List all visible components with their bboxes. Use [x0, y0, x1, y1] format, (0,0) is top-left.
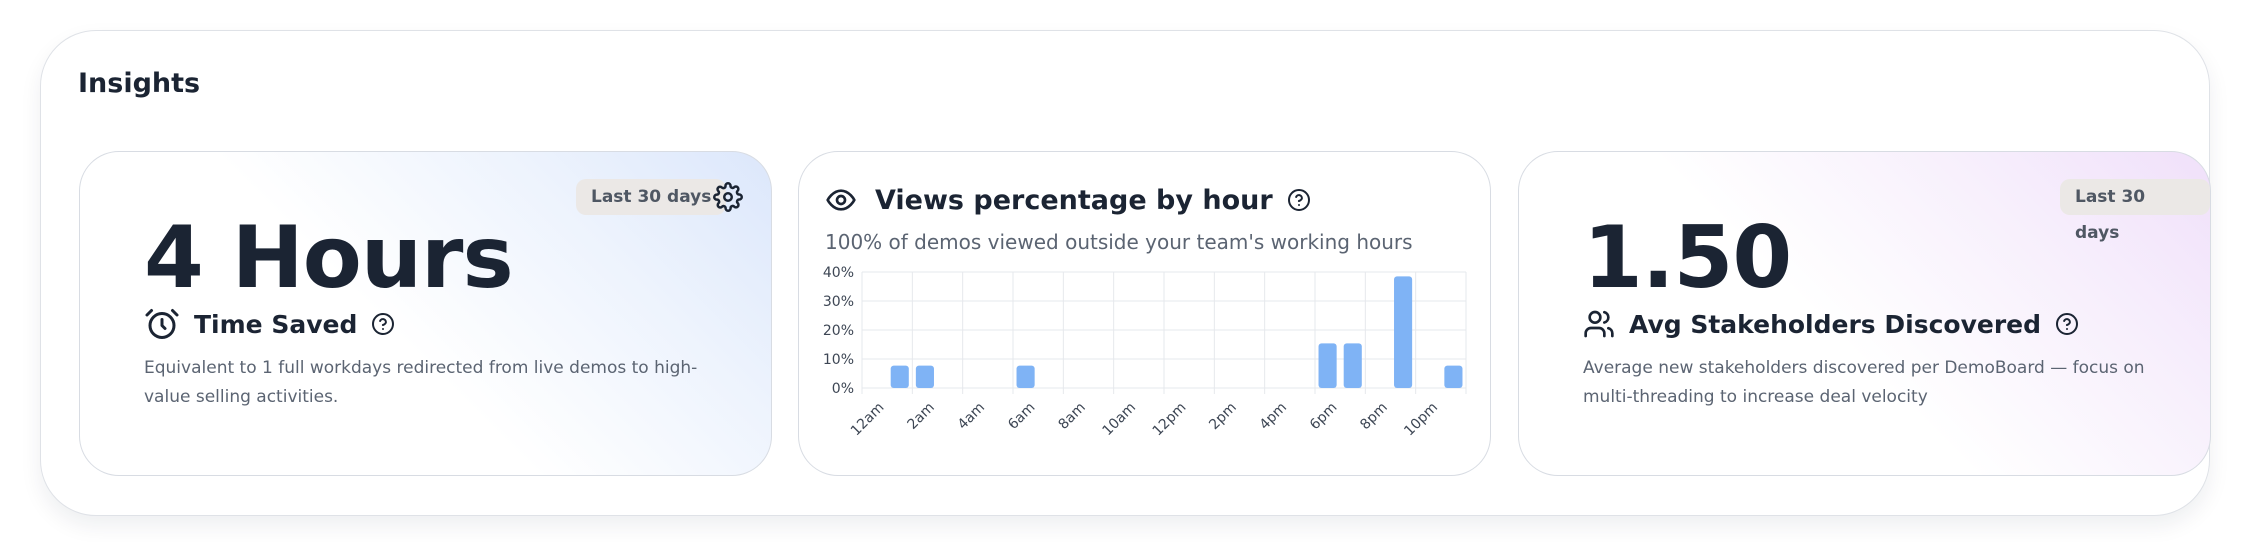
y-tick-label: 10% — [823, 352, 854, 368]
alarm-clock-icon — [145, 309, 179, 339]
y-tick-label: 20% — [823, 323, 854, 339]
bar-6pm — [1318, 343, 1337, 388]
views-by-hour-card: Views percentage by hour 100% of demos v… — [798, 151, 1491, 476]
bar-9pm — [1394, 276, 1413, 388]
stakeholders-card: Last 30 days 1.50 Avg Stakeholders Disco… — [1518, 151, 2211, 476]
time-saved-description: Equivalent to 1 full workdays redirected… — [144, 358, 698, 407]
help-circle-icon[interactable] — [2055, 312, 2079, 336]
x-tick-label: 2pm — [1206, 400, 1240, 434]
x-tick-label: 6am — [1005, 400, 1038, 433]
stakeholders-description: Average new stakeholders discovered per … — [1583, 358, 2145, 407]
x-tick-label: 10pm — [1401, 400, 1441, 440]
x-tick-label: 8am — [1055, 400, 1088, 433]
bar-7pm — [1343, 343, 1362, 388]
x-tick-label: 12am — [848, 400, 888, 440]
x-tick-label: 12pm — [1150, 400, 1190, 440]
x-tick-label: 2am — [904, 400, 937, 433]
time-saved-label: Time Saved — [194, 309, 358, 339]
y-tick-label: 0% — [832, 381, 854, 397]
settings-gear-icon[interactable] — [713, 182, 743, 212]
stakeholders-label-row: Avg Stakeholders Discovered — [1583, 306, 2079, 342]
y-tick-label: 40% — [823, 265, 854, 281]
date-range-badge: Last 30 days — [2060, 179, 2210, 243]
views-by-hour-chart: 0% 10% 20% 30% 40% 12am 2am 4am 6am 8am 10am 12pm 2p… — [823, 265, 1467, 440]
panel-title: Insights — [78, 68, 201, 99]
bar-11pm — [1444, 365, 1463, 388]
x-tick-label: 4pm — [1257, 400, 1291, 434]
stakeholders-label: Avg Stakeholders Discovered — [1629, 309, 2042, 339]
time-saved-label-row: Time Saved — [144, 306, 395, 342]
stakeholders-value: 1.50 — [1583, 208, 1792, 308]
bar-1am — [890, 365, 909, 388]
users-icon — [1584, 310, 1614, 338]
time-saved-card: Last 30 days 4 Hours Time Saved Equivale… — [79, 151, 772, 476]
bar-2am — [915, 365, 934, 388]
help-circle-icon[interactable] — [371, 312, 395, 336]
x-tick-label: 4am — [955, 400, 988, 433]
bar-6am — [1016, 365, 1035, 388]
x-tick-label: 8pm — [1357, 400, 1391, 434]
x-tick-label: 6pm — [1307, 400, 1341, 434]
date-range-badge: Last 30 days — [576, 179, 727, 215]
x-tick-label: 10am — [1100, 400, 1140, 440]
time-saved-value: 4 Hours — [144, 208, 514, 308]
y-tick-label: 30% — [823, 294, 854, 310]
